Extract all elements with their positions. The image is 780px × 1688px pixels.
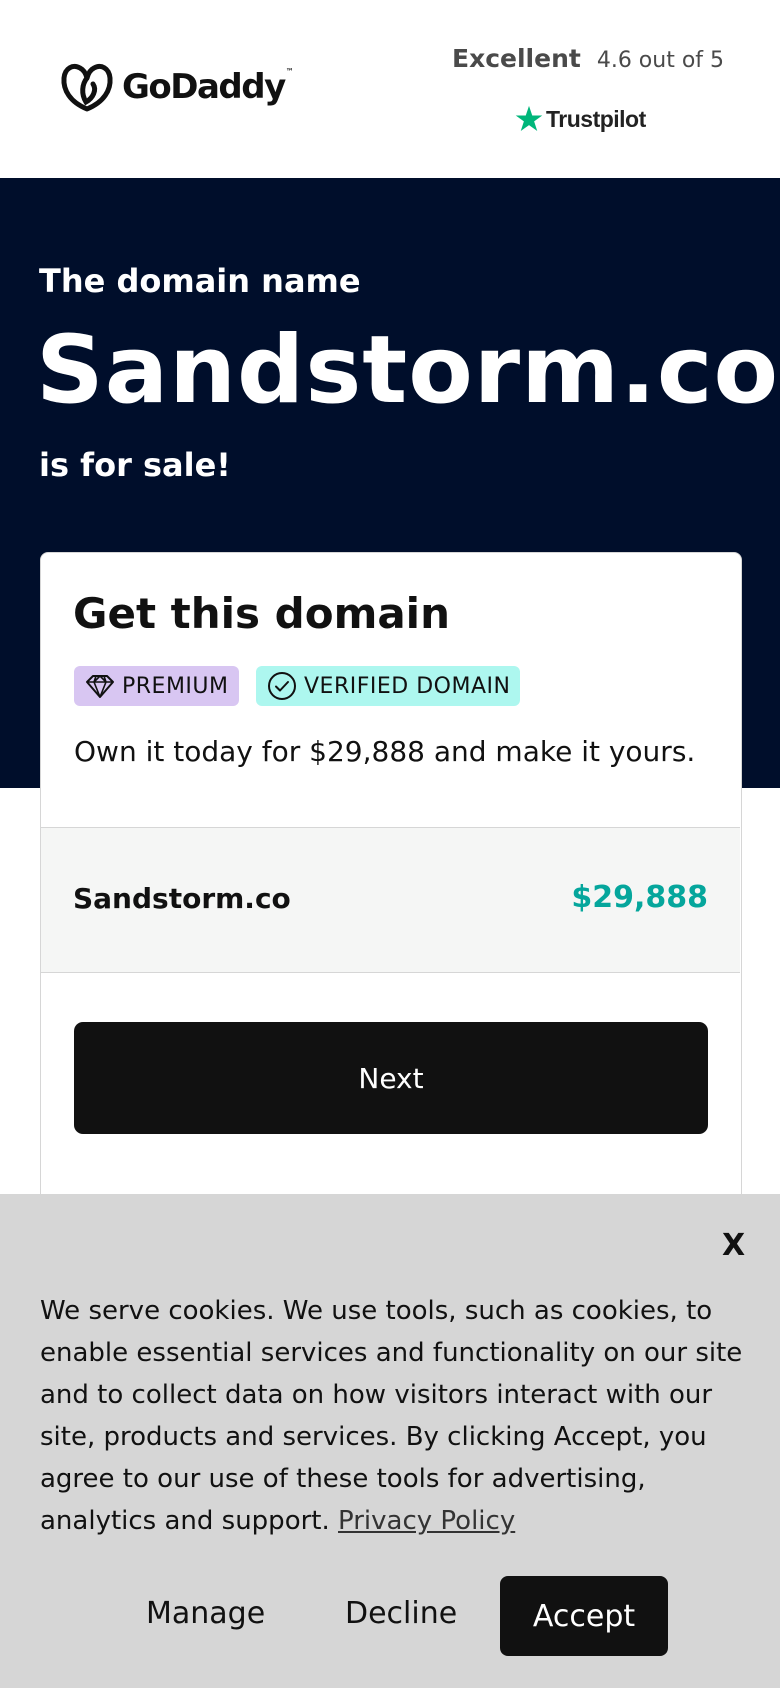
rating-score: 4.6 out of 5: [596, 48, 725, 73]
logo-wordmark: GoDaddy™: [122, 67, 294, 107]
premium-badge-label: PREMIUM: [122, 673, 229, 699]
decline-button[interactable]: Decline: [345, 1596, 457, 1631]
accept-button[interactable]: Accept: [500, 1576, 668, 1656]
diamond-icon: [86, 675, 114, 698]
price-domain-name: Sandstorm.co: [73, 882, 291, 915]
godaddy-logo-icon: [61, 63, 113, 112]
hero-outro: is for sale!: [39, 446, 231, 484]
godaddy-logo[interactable]: GoDaddy™: [60, 62, 294, 112]
check-circle-icon: [268, 672, 296, 700]
cookie-banner: X We serve cookies. We use tools, such a…: [0, 1194, 780, 1688]
trademark: ™: [285, 67, 294, 76]
card-description: Own it today for $29,888 and make it you…: [74, 735, 696, 768]
card-title: Get this domain: [73, 589, 450, 638]
purchase-card: Get this domain PREMIUM VERIFIED DOMAIN …: [40, 552, 742, 1252]
hero-domain-name: Sandstorm.co: [36, 316, 780, 425]
close-cookie-button[interactable]: X: [722, 1228, 745, 1263]
trustpilot-link[interactable]: Trustpilot: [514, 104, 646, 134]
premium-badge: PREMIUM: [74, 666, 239, 706]
price-value: $29,888: [571, 880, 708, 915]
rating-label: Excellent: [452, 44, 581, 73]
next-button[interactable]: Next: [74, 1022, 708, 1134]
trustpilot-star-icon: [515, 105, 543, 131]
price-row: Sandstorm.co $29,888: [41, 827, 740, 973]
verified-badge-label: VERIFIED DOMAIN: [304, 673, 511, 699]
privacy-policy-link[interactable]: Privacy Policy: [338, 1506, 515, 1536]
cookie-text: We serve cookies. We use tools, such as …: [40, 1290, 752, 1542]
hero-intro: The domain name: [39, 262, 361, 300]
site-header: GoDaddy™ Excellent 4.6 out of 5 Trustpil…: [0, 0, 780, 178]
verified-badge: VERIFIED DOMAIN: [256, 666, 521, 706]
manage-button[interactable]: Manage: [146, 1596, 265, 1631]
trustpilot-label: Trustpilot: [546, 105, 646, 132]
trustpilot-rating: Excellent 4.6 out of 5: [452, 44, 724, 73]
cookie-message: We serve cookies. We use tools, such as …: [40, 1296, 743, 1536]
